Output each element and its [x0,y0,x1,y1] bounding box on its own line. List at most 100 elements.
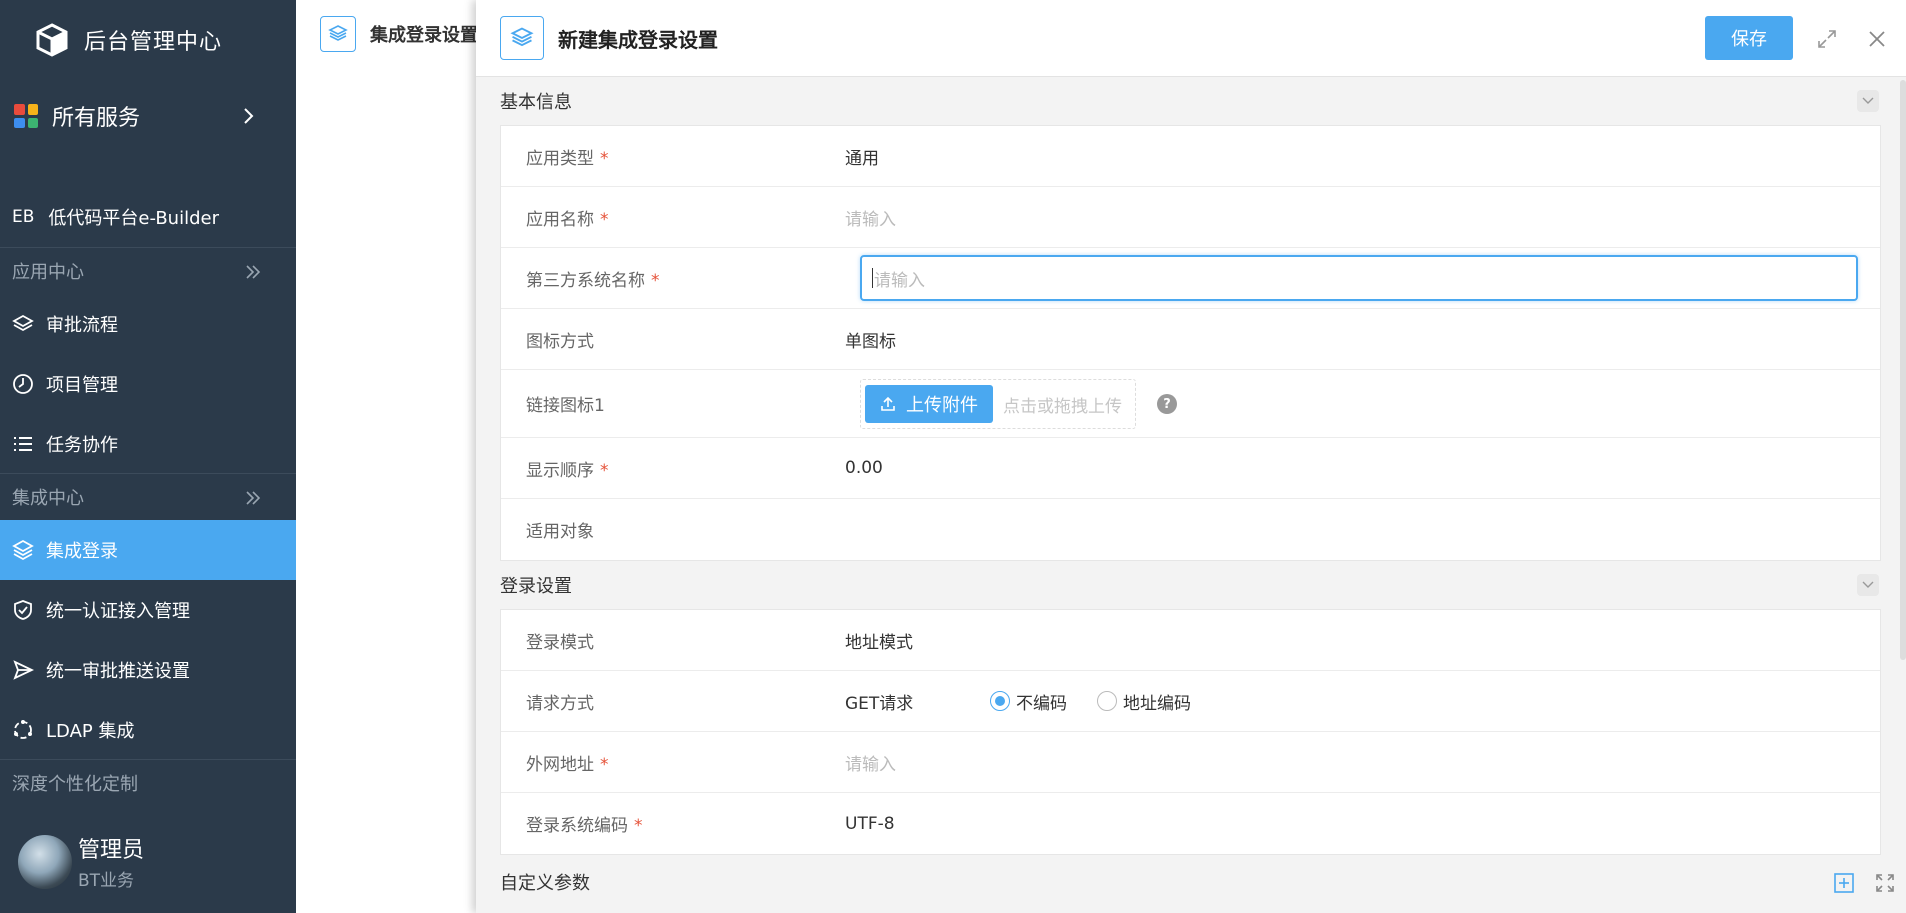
radio-circle-checked [990,691,1010,711]
save-button[interactable]: 保存 [1705,16,1793,60]
layers-icon [500,16,544,60]
layers-icon [320,16,356,52]
field-label: 登录模式 [526,632,594,653]
external-url-input[interactable]: 请输入 [845,750,896,775]
field-label: 图标方式 [526,331,594,352]
chevron-down-icon [1862,581,1874,588]
sidebar-item-ebuilder[interactable]: EB 低代码平台e-Builder [0,186,296,248]
radio-no-encode[interactable]: 不编码 [990,689,1067,714]
third-party-name-input[interactable]: 请输入 [860,255,1858,301]
group-collapse-toggle[interactable] [1857,574,1879,596]
sidebar-item-unified-auth[interactable]: 统一认证接入管理 [0,580,296,640]
label-text: 外网地址 [526,754,594,775]
app-type-select[interactable]: 通用 [845,144,879,169]
sidebar-item-projects[interactable]: 项目管理 [0,354,296,414]
fullscreen-icon[interactable] [1874,872,1896,894]
group-title: 登录设置 [500,576,572,597]
user-profile[interactable]: 管理员 BT业务 [18,832,144,891]
add-icon[interactable] [1833,872,1855,894]
form-row-applicable: 适用对象 [501,499,1880,560]
form-row-login-mode: 登录模式 地址模式 [501,610,1880,671]
drawer-title: 新建集成登录设置 [558,27,718,52]
sidebar-item-label: 统一审批推送设置 [46,661,190,682]
layers-icon [12,314,34,332]
field-label: 第三方系统名称 * [501,266,845,291]
app-name-input[interactable]: 请输入 [845,205,896,230]
group-header-basic: 基本信息 [500,77,1881,125]
chevron-down-icon [1862,97,1874,104]
required-mark: * [600,460,609,481]
close-icon[interactable] [1866,28,1888,50]
field-label: 请求方式 [526,693,594,714]
label-text: 应用类型 [526,148,594,169]
label-text: 登录系统编码 [526,816,628,836]
sidebar-item-approval-push[interactable]: 统一审批推送设置 [0,640,296,700]
form-row-encoding: 登录系统编码 * UTF-8 [501,793,1880,854]
chevron-right-icon [244,108,254,124]
cube-logo-icon [36,23,68,57]
background-tab[interactable]: 集成登录设置 [320,16,478,52]
sidebar-item-label: 集成登录 [46,541,118,562]
sidebar-item-integrated-login[interactable]: 集成登录 [0,520,296,580]
sync-icon [14,719,32,739]
section-app-center[interactable]: 应用中心 [0,248,296,294]
help-icon[interactable]: ? [1157,394,1177,414]
sidebar-item-tasks[interactable]: 任务协作 [0,414,296,474]
label-text: 显示顺序 [526,460,594,481]
all-services-button[interactable]: 所有服务 [0,80,296,152]
input-placeholder: 请输入 [874,270,925,291]
form-row-third-party-name: 第三方系统名称 * 请输入 [501,248,1880,309]
sidebar-item-approval[interactable]: 审批流程 [0,294,296,354]
icon-mode-select[interactable]: 单图标 [845,327,896,352]
sidebar-item-label: 统一认证接入管理 [46,601,190,622]
sidebar: 后台管理中心 所有服务 EB 低代码平台e-Builder 应用中心 审批流程 … [0,0,296,913]
upload-button[interactable]: 上传附件 [865,385,993,423]
login-settings-form: 登录模式 地址模式 请求方式 GET请求 不编码 地址编码 外网地址 * 请输入 [500,609,1881,855]
request-method-select[interactable]: GET请求 [845,689,990,714]
display-order-input[interactable]: 0.00 [845,458,883,478]
expand-icon[interactable] [1816,28,1838,50]
encoding-select[interactable]: UTF-8 [845,814,895,834]
upload-hint: 点击或拖拽上传 [1003,396,1122,417]
text-caret [872,268,873,288]
scrollbar[interactable] [1900,80,1906,660]
section-label: 应用中心 [12,262,84,283]
field-label: 应用名称 * [501,205,845,230]
sidebar-item-label: LDAP 集成 [46,720,135,742]
radio-url-encode[interactable]: 地址编码 [1097,689,1191,714]
group-title: 基本信息 [500,92,572,113]
apps-grid-icon [14,104,38,128]
eb-tag: EB [12,206,35,227]
brand-title: 后台管理中心 [84,30,223,55]
form-row-display-order: 显示顺序 * 0.00 [501,438,1880,499]
brand[interactable]: 后台管理中心 [0,0,296,80]
section-integration-center[interactable]: 集成中心 [0,474,296,520]
login-mode-select[interactable]: 地址模式 [845,628,913,653]
send-icon [13,660,34,680]
all-services-label: 所有服务 [52,106,141,131]
radio-label: 地址编码 [1123,693,1191,714]
form-row-app-name: 应用名称 * 请输入 [501,187,1880,248]
required-mark: * [634,816,643,836]
group-header-login: 登录设置 [500,561,1881,609]
sidebar-item-ldap[interactable]: LDAP 集成 [0,700,296,760]
required-mark: * [600,209,609,230]
upload-dropzone[interactable]: 上传附件 点击或拖拽上传 [860,379,1136,429]
group-header-custom-params: 自定义参数 [500,855,1894,909]
section-deep-custom[interactable]: 深度个性化定制 [0,760,296,806]
label-text: 应用名称 [526,209,594,230]
field-label: 链接图标1 [526,396,605,416]
background-page [296,0,476,913]
sidebar-item-label: 审批流程 [46,315,118,336]
section-label: 深度个性化定制 [12,774,138,795]
user-name: 管理员 [78,838,145,863]
group-collapse-toggle[interactable] [1857,90,1879,112]
required-mark: * [651,270,660,291]
section-label: 集成中心 [12,488,84,509]
clock-icon [13,374,33,394]
drawer-panel: 新建集成登录设置 保存 基本信息 应用类型 * 通用 应用名称 * 请输入 第三方系… [476,0,1906,913]
form-row-request-method: 请求方式 GET请求 不编码 地址编码 [501,671,1880,732]
field-label: 外网地址 * [501,750,845,775]
drawer-body: 基本信息 应用类型 * 通用 应用名称 * 请输入 第三方系统名称 * 请输入 [500,77,1894,909]
user-dept: BT业务 [78,871,135,891]
